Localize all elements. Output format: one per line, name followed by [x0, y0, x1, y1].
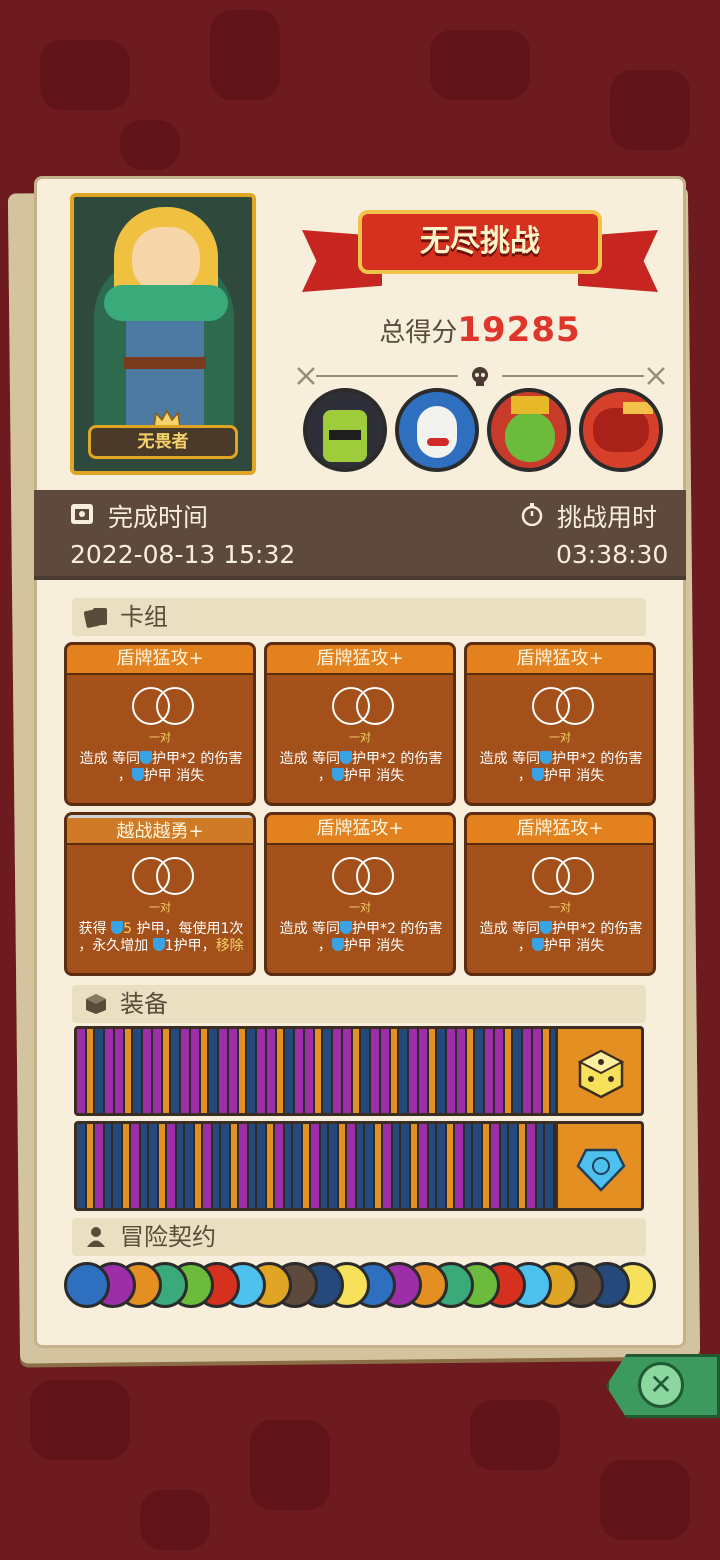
stopwatch-icon — [521, 503, 543, 526]
hero-portrait-card[interactable]: 无畏者 — [70, 193, 256, 475]
armor-icon — [140, 751, 153, 764]
equipment-section-title: 装备 — [120, 990, 168, 1018]
card-description: 造成 等同 护甲*2 的伤害 ，护甲 消失 — [279, 921, 443, 954]
finish-time-label: 完成时间 — [108, 503, 209, 532]
card-subtitle: 一对 — [349, 901, 371, 914]
equipment-section-header: 装备 — [72, 985, 646, 1023]
card-description: 造成 等同 护甲*2 的伤害 ，护甲 消失 — [79, 751, 243, 784]
contracts-list — [64, 1262, 656, 1314]
close-icon[interactable]: ✕ — [638, 1362, 684, 1408]
card-title: 越战越勇+ — [67, 815, 253, 845]
deck-card[interactable]: 越战越勇+ 一对 获得 5 护甲，每使用1次 ，永久增加 1护甲，移除 — [64, 812, 256, 976]
equipment-slot[interactable] — [74, 1121, 644, 1211]
equipment-history-strip — [77, 1124, 557, 1208]
armor-icon — [340, 921, 353, 934]
deck-card[interactable]: 盾牌猛攻+ 一对 造成 等同 护甲*2 的伤害 ，护甲 消失 — [64, 642, 256, 806]
card-subtitle: 一对 — [549, 731, 571, 744]
mode-banner: 无尽挑战 — [300, 200, 660, 310]
armor-icon — [331, 938, 344, 951]
hero-rank-label: 无畏者 — [88, 425, 238, 459]
deck-card[interactable]: 盾牌猛攻+ 一对 造成 等同 护甲*2 的伤害 ，护甲 消失 — [264, 642, 456, 806]
pair-rings-icon — [332, 857, 394, 895]
equipment-history-strip — [77, 1029, 557, 1113]
mode-title: 无尽挑战 — [358, 210, 602, 274]
yellow-dice-icon — [577, 1049, 625, 1099]
finish-time-value: 2022-08-13 15:32 — [70, 540, 296, 569]
pair-rings-icon — [532, 687, 594, 725]
card-description: 造成 等同 护甲*2 的伤害 ，护甲 消失 — [479, 751, 643, 784]
card-title: 盾牌猛攻+ — [467, 815, 653, 845]
armor-icon — [540, 921, 553, 934]
pair-rings-icon — [132, 687, 194, 725]
hero-scarf — [104, 285, 228, 321]
equipment-slot-item[interactable] — [555, 1124, 641, 1208]
contracts-section-title: 冒险契约 — [120, 1223, 216, 1251]
contract-badge-icon[interactable] — [64, 1262, 110, 1308]
total-score: 总得分19285 — [300, 310, 660, 350]
armor-icon — [531, 768, 544, 781]
score-label: 总得分 — [379, 318, 458, 348]
pair-rings-icon — [132, 857, 194, 895]
green-demon-boss-icon[interactable] — [487, 388, 571, 472]
armor-icon — [340, 751, 353, 764]
blue-mask-boss-icon[interactable] — [395, 388, 479, 472]
armor-icon — [152, 938, 165, 951]
card-subtitle: 一对 — [149, 901, 171, 914]
crossed-swords-icon — [297, 367, 315, 385]
green-helmet-boss-icon[interactable] — [303, 388, 387, 472]
skull-icon — [472, 367, 488, 386]
pair-rings-icon — [332, 687, 394, 725]
card-subtitle: 一对 — [349, 731, 371, 744]
calendar-icon — [71, 504, 93, 524]
cube-icon — [86, 994, 106, 1014]
hero-face — [132, 227, 200, 293]
blue-gem-icon — [576, 1148, 626, 1192]
card-title: 盾牌猛攻+ — [467, 645, 653, 675]
deck-card[interactable]: 盾牌猛攻+ 一对 造成 等同 护甲*2 的伤害 ，护甲 消失 — [264, 812, 456, 976]
deck-card[interactable]: 盾牌猛攻+ 一对 造成 等同 护甲*2 的伤害 ，护甲 消失 — [464, 642, 656, 806]
duration-value: 03:38:30 — [556, 540, 669, 569]
card-title: 盾牌猛攻+ — [67, 645, 253, 675]
pair-rings-icon — [532, 857, 594, 895]
armor-icon — [131, 768, 144, 781]
hero-belt — [124, 357, 206, 369]
card-title: 盾牌猛攻+ — [267, 645, 453, 675]
timing-bar: 完成时间 2022-08-13 15:32 挑战用时 03:38:30 — [34, 490, 686, 580]
crossed-swords-icon — [647, 367, 665, 385]
score-value: 19285 — [457, 310, 581, 350]
card-subtitle: 一对 — [149, 731, 171, 744]
card-subtitle: 一对 — [549, 901, 571, 914]
card-description: 获得 5 护甲，每使用1次 ，永久增加 1护甲，移除 — [78, 921, 244, 954]
adventurer-icon — [87, 1227, 105, 1247]
equipment-slot-item[interactable] — [555, 1029, 641, 1113]
armor-icon — [331, 768, 344, 781]
contracts-section-header: 冒险契约 — [72, 1218, 646, 1256]
deck-card[interactable]: 盾牌猛攻+ 一对 造成 等同 护甲*2 的伤害 ，护甲 消失 — [464, 812, 656, 976]
card-description: 造成 等同 护甲*2 的伤害 ，护甲 消失 — [479, 921, 643, 954]
cards-icon — [84, 608, 107, 628]
armor-icon — [111, 921, 124, 934]
card-title: 盾牌猛攻+ — [267, 815, 453, 845]
defeated-bosses — [303, 388, 663, 478]
equipment-slot[interactable] — [74, 1026, 644, 1116]
armor-icon — [531, 938, 544, 951]
boss-divider — [296, 362, 666, 390]
card-description: 造成 等同 护甲*2 的伤害 ，护甲 消失 — [279, 751, 443, 784]
duration-label: 挑战用时 — [557, 503, 658, 532]
deck-section-title: 卡组 — [120, 603, 168, 631]
red-dragon-boss-icon[interactable] — [579, 388, 663, 472]
armor-icon — [540, 751, 553, 764]
deck-section-header: 卡组 — [72, 598, 646, 636]
